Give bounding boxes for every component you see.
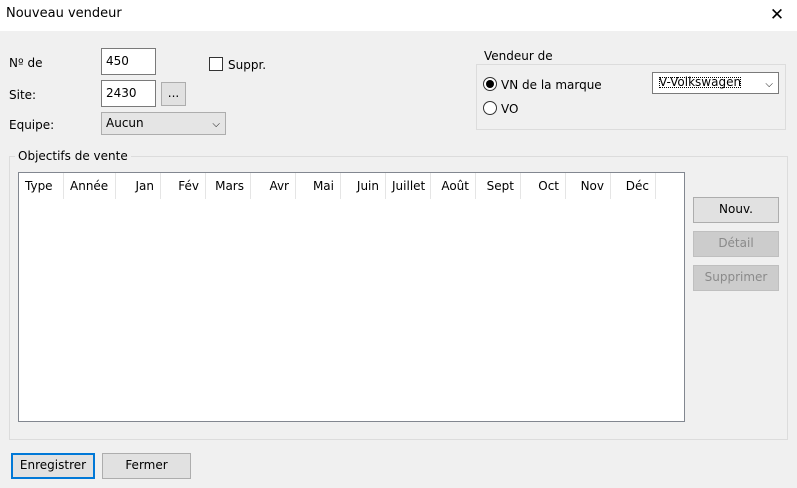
vo-radio[interactable] [483, 101, 497, 115]
column-header-aout[interactable]: Août [431, 173, 476, 199]
chevron-down-icon: ⌵ [765, 79, 773, 90]
column-header-mars[interactable]: Mars [206, 173, 251, 199]
site-browse-button[interactable]: ... [161, 82, 186, 106]
fermer-button[interactable]: Fermer [102, 453, 191, 479]
brand-select[interactable]: V-Volkswagen ⌵ [652, 72, 779, 94]
close-icon[interactable]: ✕ [765, 3, 789, 27]
column-header-jan[interactable]: Jan [116, 173, 161, 199]
enregistrer-button[interactable]: Enregistrer [11, 453, 95, 479]
nouv-button[interactable]: Nouv. [693, 197, 779, 223]
site-label: Site: [9, 88, 37, 102]
column-header-oct[interactable]: Oct [521, 173, 566, 199]
column-header-annee[interactable]: Année [64, 173, 116, 199]
num-input[interactable]: 450 [101, 48, 156, 75]
supprimer-button[interactable]: Supprimer [693, 265, 779, 291]
site-input[interactable]: 2430 [101, 80, 156, 107]
chevron-down-icon: ⌵ [212, 119, 220, 130]
column-header-dec[interactable]: Déc [611, 173, 656, 199]
vendeur-group-title: Vendeur de [481, 49, 556, 63]
column-header-sept[interactable]: Sept [476, 173, 521, 199]
vo-radio-label: VO [501, 102, 519, 116]
detail-button[interactable]: Détail [693, 231, 779, 257]
equipe-select[interactable]: Aucun ⌵ [101, 112, 226, 135]
title-bar: Nouveau vendeur ✕ [0, 0, 797, 31]
suppr-checkbox[interactable] [209, 57, 223, 71]
brand-select-value: V-Volkswagen [659, 75, 742, 89]
num-label: Nº de [9, 56, 43, 70]
column-header-mai[interactable]: Mai [296, 173, 341, 199]
column-header-avr[interactable]: Avr [251, 173, 296, 199]
vn-radio[interactable] [483, 77, 497, 91]
column-header-fev[interactable]: Fév [161, 173, 206, 199]
objectifs-group-title: Objectifs de vente [15, 149, 131, 163]
column-header-nov[interactable]: Nov [566, 173, 611, 199]
suppr-label: Suppr. [228, 58, 267, 72]
objectifs-list[interactable]: Type Année Jan Fév Mars Avr Mai Juin Jui… [18, 172, 685, 422]
column-header-juillet[interactable]: Juillet [386, 173, 431, 199]
equipe-select-value: Aucun [106, 116, 144, 130]
column-header-juin[interactable]: Juin [341, 173, 386, 199]
window-title: Nouveau vendeur [6, 6, 122, 21]
column-header-type[interactable]: Type [19, 173, 64, 199]
vn-radio-label: VN de la marque [501, 78, 602, 92]
equipe-label: Equipe: [9, 118, 55, 132]
